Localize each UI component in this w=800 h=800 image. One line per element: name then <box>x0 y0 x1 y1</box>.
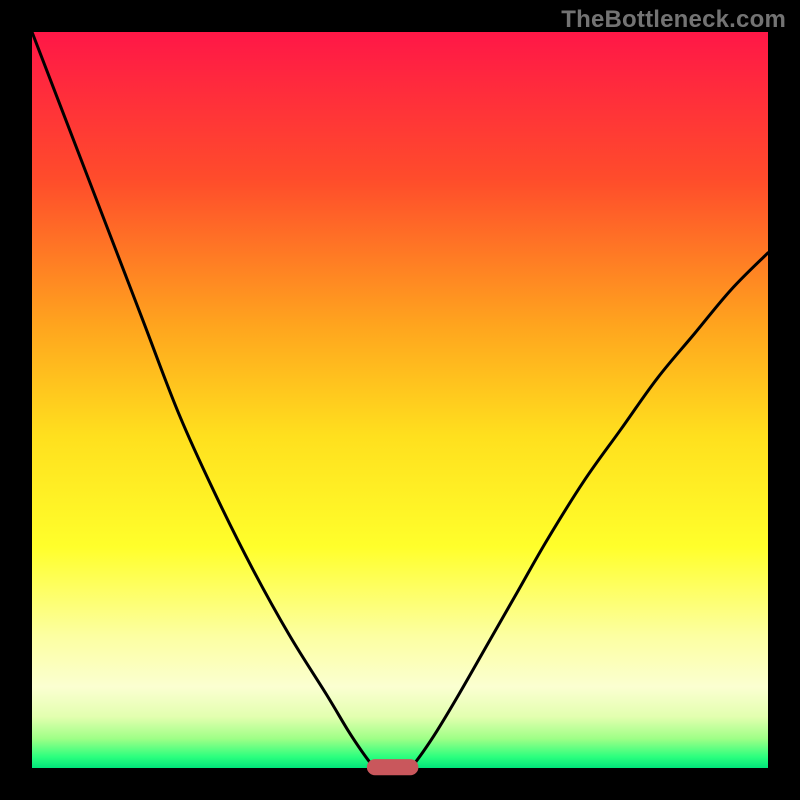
outer-frame: TheBottleneck.com <box>0 0 800 800</box>
watermark-text: TheBottleneck.com <box>561 6 786 34</box>
bottleneck-chart <box>0 0 800 800</box>
bottleneck-marker <box>367 759 419 775</box>
gradient-background <box>32 32 768 768</box>
